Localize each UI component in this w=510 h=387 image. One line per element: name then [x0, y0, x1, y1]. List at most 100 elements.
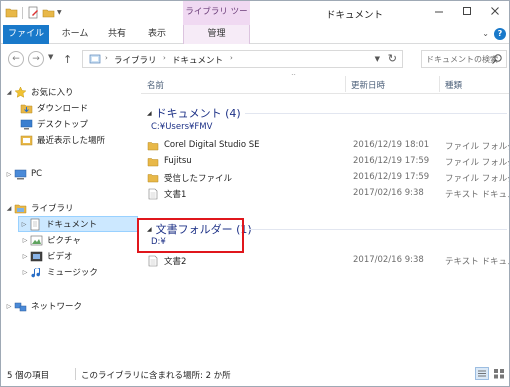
nav-documents[interactable]: ▷ ドキュメント [18, 216, 138, 232]
nav-item-label: ビデオ [47, 252, 73, 262]
column-divider[interactable] [345, 76, 346, 92]
details-view-icon[interactable] [475, 367, 489, 380]
tab-file[interactable]: ファイル [3, 25, 49, 44]
text-file-icon [148, 188, 158, 200]
folder-icon[interactable] [5, 6, 18, 19]
breadcrumb-separator-icon[interactable]: › [163, 54, 166, 62]
address-history-dropdown-icon[interactable]: ▼ [375, 55, 380, 63]
table-row[interactable]: Corel Digital Studio SE 2016/12/19 18:01… [147, 138, 509, 154]
context-tab-group-title: ライブラリ ツール [183, 1, 250, 39]
nav-libraries[interactable]: ◢ ライブラリ [4, 200, 74, 216]
tab-view[interactable]: 表示 [141, 25, 173, 44]
expanded-arrow-icon[interactable]: ◢ [4, 205, 14, 212]
file-type: テキスト ドキュメ [445, 190, 509, 200]
help-icon[interactable]: ? [494, 28, 506, 40]
group-collapse-icon[interactable]: ◢ [147, 110, 152, 117]
nav-pictures[interactable]: ▷ ピクチャ [20, 232, 81, 248]
group-divider [245, 113, 507, 114]
properties-icon[interactable] [27, 6, 40, 19]
nav-recent-places[interactable]: 最近表示した場所 [20, 132, 105, 148]
qat-dropdown-icon[interactable]: ▼ [57, 9, 62, 16]
nav-favorites[interactable]: ◢ お気に入り [4, 84, 74, 100]
search-box[interactable]: ドキュメントの検索 [421, 50, 507, 68]
status-separator [75, 368, 76, 380]
search-placeholder: ドキュメントの検索 [426, 55, 498, 64]
collapsed-arrow-icon[interactable]: ▷ [20, 253, 30, 260]
explorer-window: ▼ ライブラリ ツール ドキュメント ファイル ホーム 共有 表示 管理 ⌄ ?… [0, 0, 510, 387]
folder-icon [147, 142, 159, 151]
music-library-icon [31, 267, 41, 277]
nav-downloads[interactable]: ダウンロード [20, 100, 88, 116]
file-date: 2016/12/19 17:59 [353, 172, 430, 182]
collapsed-arrow-icon[interactable]: ▷ [19, 221, 29, 228]
file-name: 受信したファイル [164, 174, 233, 184]
nav-item-label: ダウンロード [37, 104, 89, 114]
expanded-arrow-icon[interactable]: ◢ [4, 89, 14, 96]
collapsed-arrow-icon[interactable]: ▷ [20, 269, 30, 276]
tab-manage[interactable]: 管理 [183, 25, 250, 44]
desktop-icon [20, 119, 33, 129]
sort-caret-icon: ^ [291, 74, 297, 80]
group-divider [249, 229, 507, 230]
expand-ribbon-icon[interactable]: ⌄ [482, 29, 489, 38]
breadcrumb-libraries[interactable]: ライブラリ [114, 54, 157, 66]
window-title: ドキュメント [326, 10, 384, 21]
search-icon[interactable] [491, 53, 503, 65]
close-button[interactable] [481, 1, 509, 21]
file-name: Corel Digital Studio SE [164, 140, 260, 150]
minimize-button[interactable] [425, 1, 453, 21]
table-row[interactable]: 文書1 2017/02/16 9:38 テキスト ドキュメ [147, 186, 509, 202]
back-arrow-icon: ← [12, 54, 20, 64]
refresh-icon[interactable]: ↻ [388, 52, 397, 65]
library-icon [89, 54, 101, 64]
group-header-documents[interactable]: ◢ ドキュメント (4) [147, 105, 241, 121]
file-type: テキスト ドキュメ [445, 257, 509, 267]
table-row[interactable]: Fujitsu 2016/12/19 17:59 ファイル フォルダー [147, 154, 509, 170]
up-arrow-icon[interactable]: ↑ [63, 53, 72, 66]
download-folder-icon [20, 104, 33, 113]
file-type: ファイル フォルダー [445, 158, 509, 168]
close-icon [491, 7, 499, 15]
nav-item-label: お気に入り [31, 88, 74, 98]
file-name: 文書2 [164, 257, 187, 267]
column-header-name[interactable]: 名前 [147, 79, 164, 91]
tab-share[interactable]: 共有 [101, 25, 133, 44]
nav-item-label: ミュージック [47, 268, 98, 278]
collapsed-arrow-icon[interactable]: ▷ [4, 303, 14, 310]
group-title: ドキュメント (4) [155, 107, 241, 120]
column-header-date[interactable]: 更新日時 [351, 79, 385, 91]
address-bar[interactable]: › ライブラリ › ドキュメント › ▼ ↻ [82, 50, 403, 68]
back-button[interactable]: ← [8, 51, 24, 67]
large-icons-view-icon[interactable] [492, 367, 506, 380]
nav-videos[interactable]: ▷ ビデオ [20, 248, 73, 264]
file-date: 2016/12/19 17:59 [353, 156, 430, 166]
column-divider[interactable] [439, 76, 440, 92]
new-folder-icon[interactable] [42, 6, 55, 19]
nav-music[interactable]: ▷ ミュージック [20, 264, 98, 280]
collapsed-arrow-icon[interactable]: ▷ [4, 171, 14, 178]
column-headers: ^ 名前 更新日時 種類 [141, 74, 509, 94]
tab-home[interactable]: ホーム [57, 25, 93, 44]
file-date: 2017/02/16 9:38 [353, 188, 424, 198]
nav-item-label: デスクトップ [37, 120, 89, 130]
videos-library-icon [30, 251, 43, 261]
library-icon [14, 204, 27, 213]
nav-item-label: ドキュメント [46, 220, 98, 230]
forward-button[interactable]: → [28, 51, 44, 67]
maximize-button[interactable] [453, 1, 481, 21]
table-row[interactable]: 受信したファイル 2016/12/19 17:59 ファイル フォルダー [147, 170, 509, 186]
nav-pc[interactable]: ▷ PC [4, 166, 42, 182]
recent-locations-dropdown-icon[interactable]: ▼ [48, 53, 53, 61]
file-name: 文書1 [164, 190, 187, 200]
nav-desktop[interactable]: デスクトップ [20, 116, 88, 132]
breadcrumb-documents[interactable]: ドキュメント [172, 54, 223, 66]
file-date: 2017/02/16 9:38 [353, 255, 424, 265]
nav-network[interactable]: ▷ ネットワーク [4, 298, 82, 314]
collapsed-arrow-icon[interactable]: ▷ [20, 237, 30, 244]
navigation-bar: ← → ▼ ↑ › ライブラリ › ドキュメント › ▼ ↻ ドキュメントの検索 [1, 44, 509, 74]
highlight-annotation-box [137, 218, 244, 253]
table-row[interactable]: 文書2 2017/02/16 9:38 テキスト ドキュメ [147, 253, 509, 269]
column-header-type[interactable]: 種類 [445, 79, 462, 91]
breadcrumb-separator-icon[interactable]: › [230, 54, 233, 62]
breadcrumb-separator-icon[interactable]: › [105, 54, 108, 62]
